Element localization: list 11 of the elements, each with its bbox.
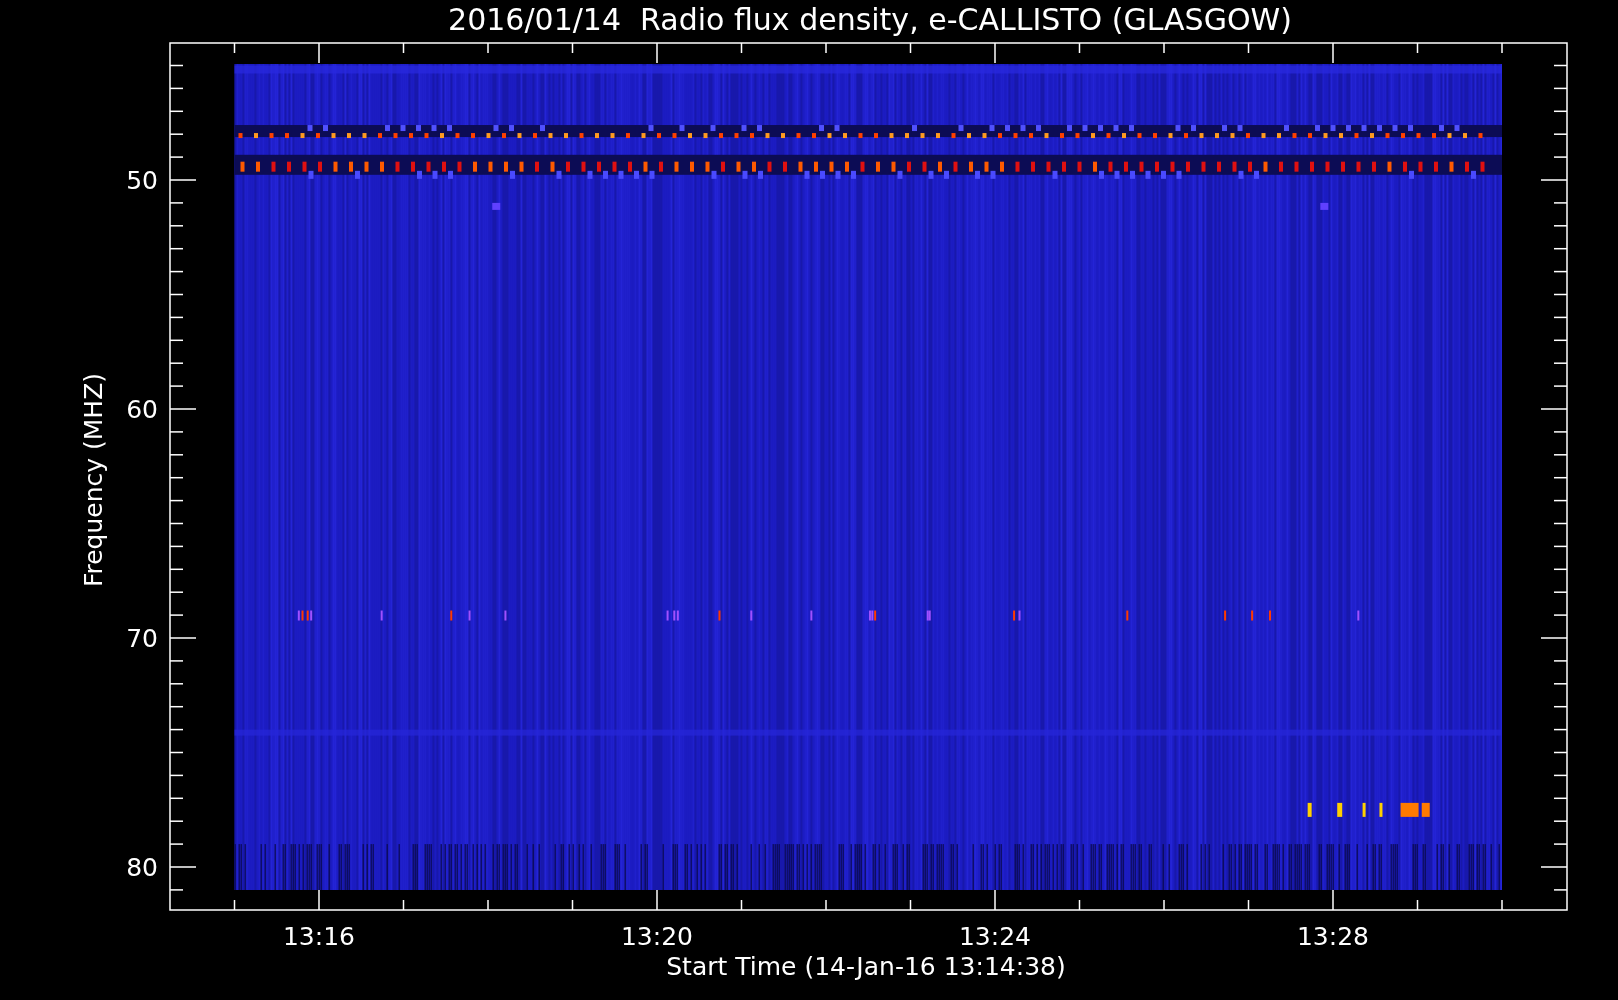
x-axis-label: Start Time (14-Jan-16 13:14:38) <box>666 952 1066 981</box>
y-tick-label: 50 <box>126 166 158 195</box>
x-tick-label: 13:16 <box>283 922 355 951</box>
y-tick-label: 70 <box>126 624 158 653</box>
x-tick-label: 13:24 <box>959 922 1031 951</box>
x-tick-label: 13:20 <box>621 922 693 951</box>
chart-title: 2016/01/14 Radio flux density, e-CALLISTO (GLASGOW) <box>448 2 1292 37</box>
y-tick-label: 60 <box>126 395 158 424</box>
x-tick-label: 13:28 <box>1297 922 1369 951</box>
y-axis-label: Frequency (MHZ) <box>79 372 108 588</box>
y-tick-label: 80 <box>126 853 158 882</box>
